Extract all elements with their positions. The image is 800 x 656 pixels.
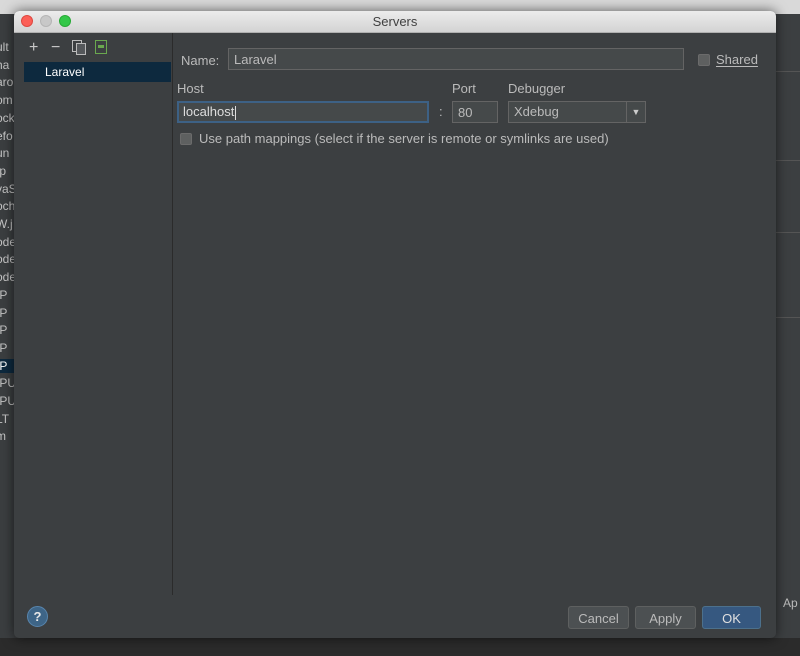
ide-tree-item-fragment: Ip <box>0 163 7 178</box>
add-server-button[interactable]: + <box>29 40 38 56</box>
ide-tree-item-fragment: om <box>0 93 13 108</box>
window-title: Servers <box>372 14 418 29</box>
ide-settings-tree: ult ha aro om ock efo un Ip vaS och W.j ode ode ode IP… <box>0 14 14 656</box>
ide-bottom-bar <box>0 638 800 656</box>
debugger-label: Debugger <box>508 81 566 96</box>
port-input[interactable] <box>452 101 498 123</box>
ide-tree-item-fragment: IP <box>0 305 8 320</box>
divider <box>775 317 800 318</box>
host-input[interactable]: localhost <box>177 101 429 123</box>
ide-tree-item-fragment: aro <box>0 75 14 90</box>
ide-tree-item-fragment: vaS <box>0 181 14 196</box>
title-bar: Servers <box>14 11 776 33</box>
name-label: Name: <box>181 53 220 68</box>
ide-tree-item-fragment: ode <box>0 270 14 285</box>
ide-tree-item-fragment: IP <box>0 340 8 355</box>
ide-tree-item-fragment: IP <box>0 323 8 338</box>
divider <box>775 160 800 161</box>
help-button[interactable]: ? <box>27 606 48 627</box>
chevron-down-icon: ▼ <box>626 102 645 122</box>
import-icon <box>95 40 107 54</box>
ide-right-panel: Ap <box>775 14 800 656</box>
import-server-button[interactable] <box>95 40 107 54</box>
ide-tree-item-fragment: ode <box>0 252 14 267</box>
port-separator: : <box>439 104 443 119</box>
ide-tree-item-fragment: m <box>0 429 6 444</box>
apply-button[interactable]: Apply <box>635 606 696 629</box>
shared-checkbox[interactable] <box>698 54 710 66</box>
host-label: Host <box>177 81 204 96</box>
ide-tree-item-fragment: IPU <box>0 376 14 391</box>
ide-tree-item-fragment: IPU <box>0 394 14 408</box>
ide-tree-item-fragment: ult <box>0 40 9 54</box>
ide-tree-item-fragment: W.j <box>0 217 13 231</box>
port-label: Port <box>452 81 476 96</box>
ide-apply-button-fragment[interactable]: Ap <box>783 596 798 610</box>
remove-server-button[interactable]: − <box>51 40 60 56</box>
ide-tree-item-fragment: IP <box>0 287 8 302</box>
debugger-select[interactable]: Xdebug ▼ <box>508 101 646 123</box>
cancel-button[interactable]: Cancel <box>568 606 629 629</box>
ide-tree-item-fragment: ha <box>0 57 10 72</box>
copy-icon <box>72 40 86 55</box>
debugger-value: Xdebug <box>514 104 559 119</box>
ok-button[interactable]: OK <box>702 606 761 629</box>
host-value: localhost <box>183 104 235 119</box>
server-list-pane: + − Laravel <box>14 33 173 595</box>
ide-tree-item-fragment: IP <box>0 358 14 373</box>
name-input[interactable] <box>228 48 684 70</box>
ide-tree-item-fragment: LT <box>0 411 10 426</box>
copy-server-button[interactable] <box>72 40 86 55</box>
ide-tree-item-fragment: ock <box>0 110 14 125</box>
ide-tree-item-fragment: un <box>0 146 10 161</box>
divider <box>775 71 800 72</box>
text-caret <box>235 105 237 120</box>
servers-dialog: Servers + − Laravel Name: Shared Host Po… <box>14 11 776 638</box>
path-mappings-checkbox[interactable] <box>180 133 192 145</box>
ide-tree-item-fragment: och <box>0 199 14 214</box>
server-list-item[interactable]: Laravel <box>24 62 171 82</box>
ide-tree-item-fragment: efo <box>0 128 13 143</box>
shared-label[interactable]: Shared <box>716 52 758 67</box>
ide-tree-item-fragment: ode <box>0 234 14 249</box>
divider <box>775 232 800 233</box>
path-mappings-label[interactable]: Use path mappings (select if the server … <box>199 131 609 146</box>
